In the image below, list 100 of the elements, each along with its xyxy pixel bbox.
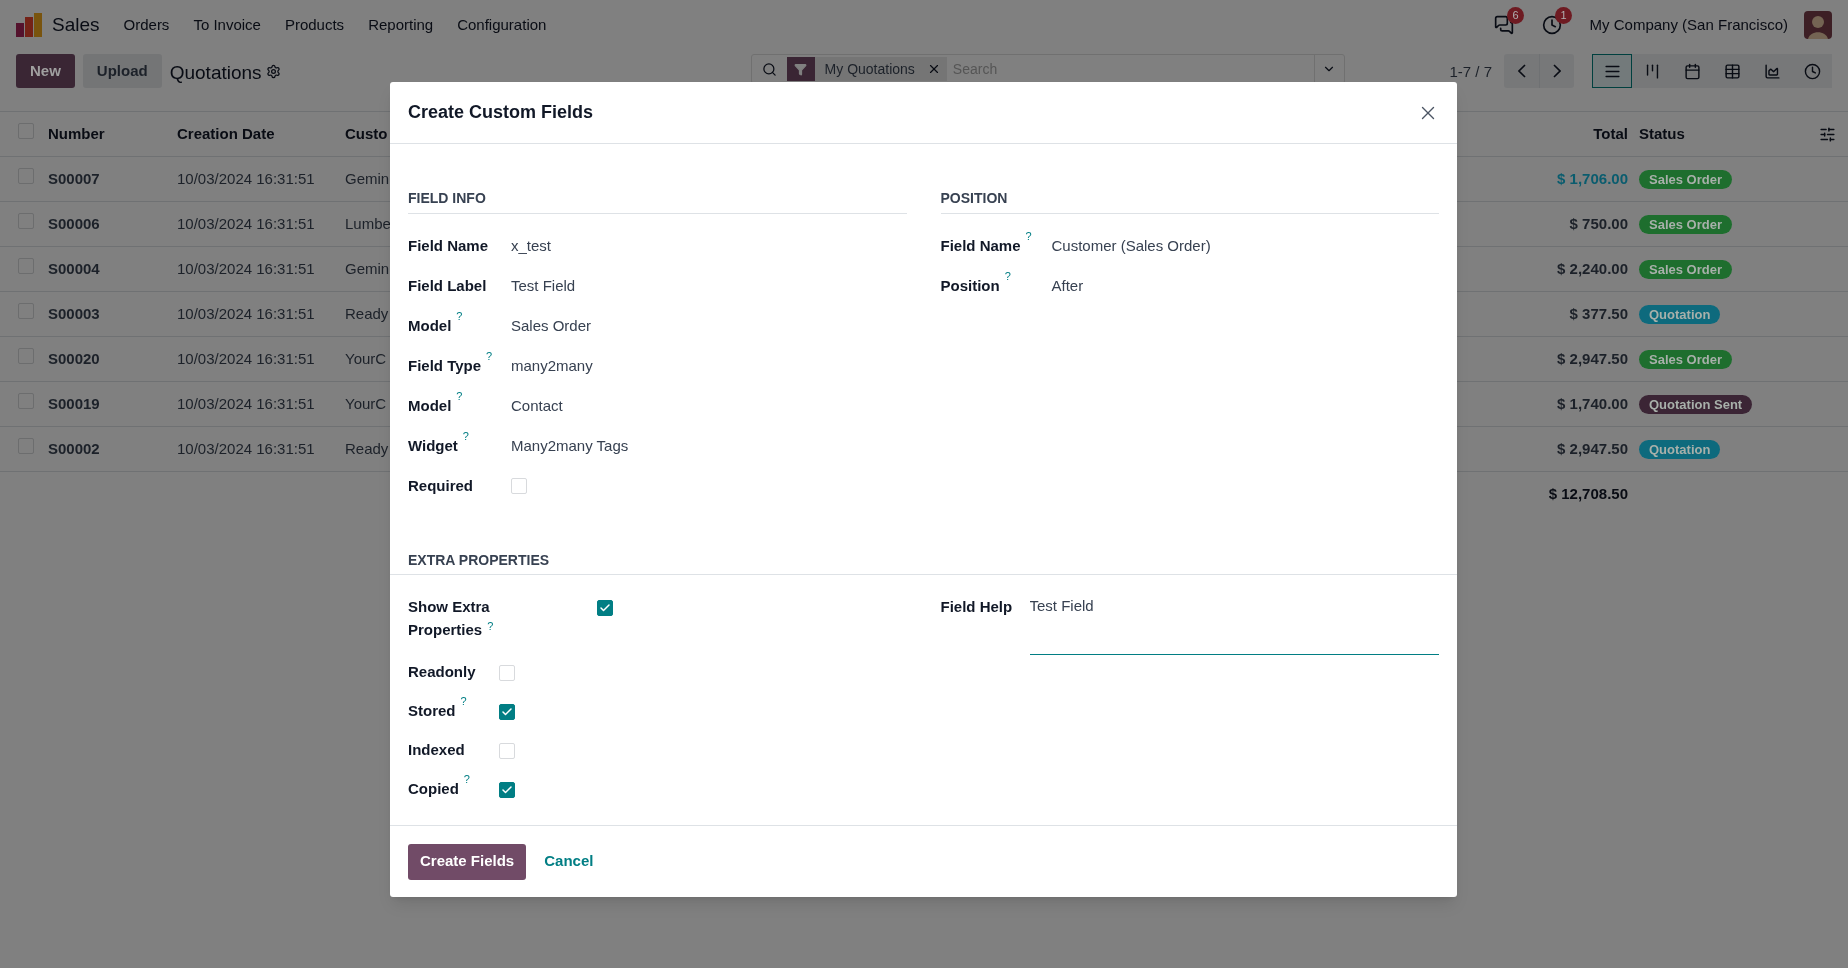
count-badge: 6 bbox=[1507, 7, 1524, 24]
table-cell: Gemin bbox=[345, 259, 390, 277]
field-label: Copied bbox=[408, 779, 459, 800]
dialog-title: Create Custom Fields bbox=[408, 101, 594, 124]
clock-icon[interactable] bbox=[1541, 15, 1562, 35]
settings-icon[interactable] bbox=[265, 64, 281, 79]
field-value[interactable]: Sales Order bbox=[511, 314, 592, 338]
menu-item[interactable]: Orders bbox=[123, 13, 170, 37]
status-tag: Quotation bbox=[1639, 304, 1721, 324]
page-title: Quotations bbox=[169, 61, 262, 85]
column-header[interactable]: Creation Date bbox=[177, 122, 345, 146]
table-cell-text: S00007 bbox=[48, 168, 101, 189]
table-icon bbox=[1723, 62, 1741, 80]
field-label: Stored bbox=[408, 701, 456, 722]
checkbox[interactable] bbox=[597, 600, 613, 616]
table-cell-text: 10/03/2024 16:31:51 bbox=[177, 303, 316, 324]
help-mark[interactable]: ? bbox=[1004, 269, 1011, 282]
checkbox[interactable] bbox=[499, 781, 515, 798]
next-button[interactable] bbox=[1539, 54, 1574, 88]
field-value[interactable]: Many2many Tags bbox=[511, 434, 629, 458]
help-mark[interactable]: ? bbox=[456, 309, 463, 322]
column-header[interactable]: Status bbox=[1639, 124, 1685, 142]
field-label: Model bbox=[408, 315, 452, 336]
table-cell: $ 1,740.00 bbox=[1557, 394, 1628, 412]
chevron-right-icon bbox=[1553, 64, 1561, 78]
section-heading: FIELD INFO bbox=[408, 190, 486, 206]
checkbox[interactable] bbox=[499, 703, 515, 720]
menu-item[interactable]: Reporting bbox=[368, 13, 434, 37]
table-cell-text: 10/03/2024 16:31:51 bbox=[177, 213, 316, 234]
upload-button[interactable]: Upload bbox=[82, 54, 162, 88]
sliders-icon[interactable] bbox=[1819, 125, 1836, 143]
help-mark[interactable]: ? bbox=[487, 620, 494, 632]
status-tag: Sales Order bbox=[1639, 349, 1732, 369]
menu-item[interactable]: Configuration bbox=[457, 13, 547, 37]
check-icon bbox=[501, 783, 513, 796]
avatar-icon[interactable] bbox=[1804, 11, 1832, 39]
table-cell-text: S00006 bbox=[48, 213, 101, 234]
previous-button[interactable] bbox=[1504, 54, 1539, 88]
sum-total: $ 12,708.50 bbox=[1548, 485, 1628, 503]
field-value[interactable]: Customer (Sales Order) bbox=[1051, 234, 1211, 258]
table-cell: YourC bbox=[345, 349, 387, 367]
field-label: Field Help bbox=[940, 597, 1014, 617]
count-badge: 1 bbox=[1555, 7, 1572, 24]
table-cell-text: 10/03/2024 16:31:51 bbox=[177, 348, 316, 369]
activity-view-button[interactable] bbox=[1792, 54, 1832, 88]
table-cell: $ 2,240.00 bbox=[1557, 259, 1628, 277]
table-cell-text: S00020 bbox=[48, 348, 101, 369]
status-tag: Sales Order bbox=[1639, 214, 1732, 234]
pager-value[interactable]: 1-7 / 7 bbox=[1449, 61, 1492, 84]
column-header[interactable]: Total bbox=[1593, 124, 1628, 142]
field-label: Position bbox=[940, 275, 1000, 296]
list-view-button[interactable] bbox=[1592, 54, 1632, 88]
column-header[interactable]: Number bbox=[48, 122, 177, 146]
field-label: Field Type bbox=[408, 355, 482, 376]
table-cell-text: S00002 bbox=[48, 438, 101, 459]
field-value[interactable]: many2many bbox=[511, 354, 593, 378]
table-cell: $ 2,947.50 bbox=[1557, 349, 1628, 367]
field-value[interactable]: Test Field bbox=[511, 274, 576, 298]
help-mark[interactable]: ? bbox=[463, 773, 470, 786]
kanban-view-button[interactable] bbox=[1632, 54, 1672, 88]
help-mark[interactable]: ? bbox=[462, 429, 469, 442]
check-icon bbox=[599, 602, 611, 614]
table-cell-text: S00019 bbox=[48, 393, 101, 414]
table-cell: Ready bbox=[345, 439, 389, 457]
filter-facet[interactable]: My Quotations bbox=[786, 57, 947, 81]
calendar-icon bbox=[1683, 62, 1701, 80]
table-cell-text: S00004 bbox=[48, 258, 101, 279]
field-label: Readonly bbox=[408, 662, 476, 683]
help-mark[interactable]: ? bbox=[486, 349, 493, 362]
help-mark[interactable]: ? bbox=[460, 695, 467, 708]
menu-item[interactable]: To Invoice bbox=[193, 13, 261, 37]
table-cell-text: 10/03/2024 16:31:51 bbox=[177, 393, 316, 414]
filter-icon bbox=[794, 62, 808, 76]
search-icon[interactable] bbox=[761, 61, 777, 77]
field-value[interactable]: Contact bbox=[511, 394, 563, 418]
field-label: Widget bbox=[408, 435, 458, 456]
table-cell: $ 1,706.00 bbox=[1557, 169, 1628, 187]
status-tag: Sales Order bbox=[1639, 259, 1732, 279]
field-value[interactable]: After bbox=[1051, 274, 1084, 298]
chevron-left-icon bbox=[1517, 64, 1526, 78]
field-value[interactable]: x_test bbox=[511, 234, 552, 258]
app-name[interactable]: Sales bbox=[52, 10, 100, 40]
field-label: Field Name bbox=[940, 235, 1021, 256]
table-cell-text: 10/03/2024 16:31:51 bbox=[177, 438, 316, 459]
create-fields-button[interactable]: Create Fields bbox=[408, 843, 527, 880]
chat-icon[interactable] bbox=[1493, 15, 1514, 35]
company-name[interactable]: My Company (San Francisco) bbox=[1589, 13, 1788, 37]
new-button[interactable]: New bbox=[16, 54, 75, 88]
field-help-input[interactable]: Test Field bbox=[1029, 595, 1439, 655]
table-cell: Ready bbox=[345, 304, 389, 322]
table-cell: Lumbe bbox=[345, 214, 391, 232]
help-mark[interactable]: ? bbox=[456, 389, 463, 402]
help-mark[interactable]: ? bbox=[1025, 229, 1032, 242]
field-label: Indexed bbox=[408, 740, 465, 761]
area-chart-icon bbox=[1763, 62, 1781, 80]
menu-item[interactable]: Products bbox=[284, 13, 345, 37]
column-header[interactable]: Custo bbox=[345, 124, 388, 142]
table-cell: $ 750.00 bbox=[1569, 214, 1628, 232]
cancel-button[interactable]: Cancel bbox=[542, 843, 596, 880]
app-logo-icon[interactable] bbox=[16, 13, 42, 37]
